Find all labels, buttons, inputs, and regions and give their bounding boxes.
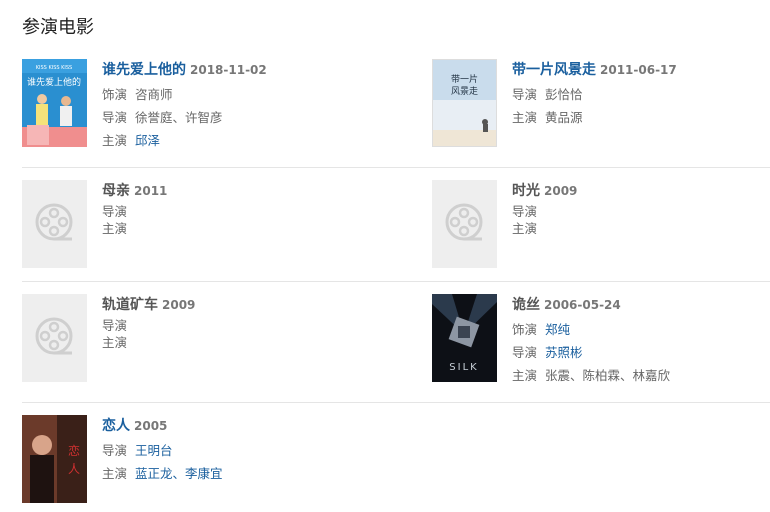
svg-text:风景走: 风景走 (451, 86, 478, 97)
cast-link[interactable]: 邱泽 (135, 133, 160, 148)
cast-value: 张震、陈柏霖、林嘉欣 (545, 368, 671, 383)
movie-date: 2009 (544, 184, 578, 198)
svg-text:人: 人 (68, 462, 80, 476)
movie-poster[interactable]: 恋 人 (22, 415, 87, 503)
director-link[interactable]: 苏照彬 (545, 345, 583, 360)
cast-label: 主演 (102, 335, 128, 350)
poster-placeholder (22, 180, 87, 268)
row-divider (22, 167, 770, 168)
director-label: 导演 (512, 87, 538, 102)
row-divider (22, 402, 770, 403)
director-label: 导演 (102, 318, 128, 333)
movie-title: 轨道矿车 (102, 297, 158, 313)
movie-title-link[interactable]: 带一片风景走 (512, 62, 596, 78)
cast-value: 黄品源 (545, 110, 583, 125)
film-reel-icon (445, 203, 483, 241)
director-label: 导演 (512, 204, 538, 219)
film-reel-icon (35, 203, 73, 241)
movie-poster[interactable]: SILK (432, 294, 497, 382)
movie-date: 2011 (134, 184, 168, 198)
movie-title: 母亲 (102, 183, 130, 199)
director-link[interactable]: 王明台 (135, 443, 173, 458)
cast-label: 主演 (102, 133, 128, 148)
poster-placeholder (432, 180, 497, 268)
role-label: 饰演 (512, 322, 538, 337)
director-label: 导演 (102, 110, 128, 125)
movie-poster[interactable]: KISS KISS KISS 谁先爱上他的 (22, 59, 87, 147)
cast-label: 主演 (512, 221, 538, 236)
movie-date: 2018-11-02 (190, 63, 267, 77)
movie-date: 2011-06-17 (600, 63, 677, 77)
poster-placeholder (22, 294, 87, 382)
director-label: 导演 (102, 443, 128, 458)
movie-title-link[interactable]: 恋人 (102, 418, 130, 434)
movie-title-link[interactable]: 谁先爱上他的 (102, 62, 186, 78)
svg-text:谁先爱上他的: 谁先爱上他的 (27, 76, 81, 88)
role-label: 饰演 (102, 87, 128, 102)
cast-label: 主演 (102, 221, 128, 236)
director-value: 彭恰恰 (545, 87, 583, 102)
movie-title: 诡丝 (512, 297, 540, 313)
cast-label: 主演 (512, 368, 538, 383)
section-title: 参演电影 (22, 17, 94, 38)
movie-poster[interactable]: 带一片 风景走 (432, 59, 497, 147)
svg-text:带一片: 带一片 (451, 73, 478, 85)
cast-label: 主演 (512, 110, 538, 125)
cast-link[interactable]: 蓝正龙、李康宜 (135, 466, 223, 481)
movie-date: 2009 (162, 298, 196, 312)
director-label: 导演 (512, 345, 538, 360)
movie-date: 2005 (134, 419, 168, 433)
cast-label: 主演 (102, 466, 128, 481)
director-value: 徐誉庭、许智彦 (135, 110, 223, 125)
role-link[interactable]: 郑纯 (545, 322, 570, 337)
row-divider (22, 281, 770, 282)
svg-text:SILK: SILK (449, 362, 478, 373)
movie-title: 时光 (512, 183, 540, 199)
movie-date: 2006-05-24 (544, 298, 621, 312)
film-reel-icon (35, 317, 73, 355)
director-label: 导演 (102, 204, 128, 219)
role-value: 咨商师 (135, 87, 173, 102)
svg-text:KISS KISS KISS: KISS KISS KISS (36, 65, 72, 71)
svg-text:恋: 恋 (68, 443, 80, 458)
